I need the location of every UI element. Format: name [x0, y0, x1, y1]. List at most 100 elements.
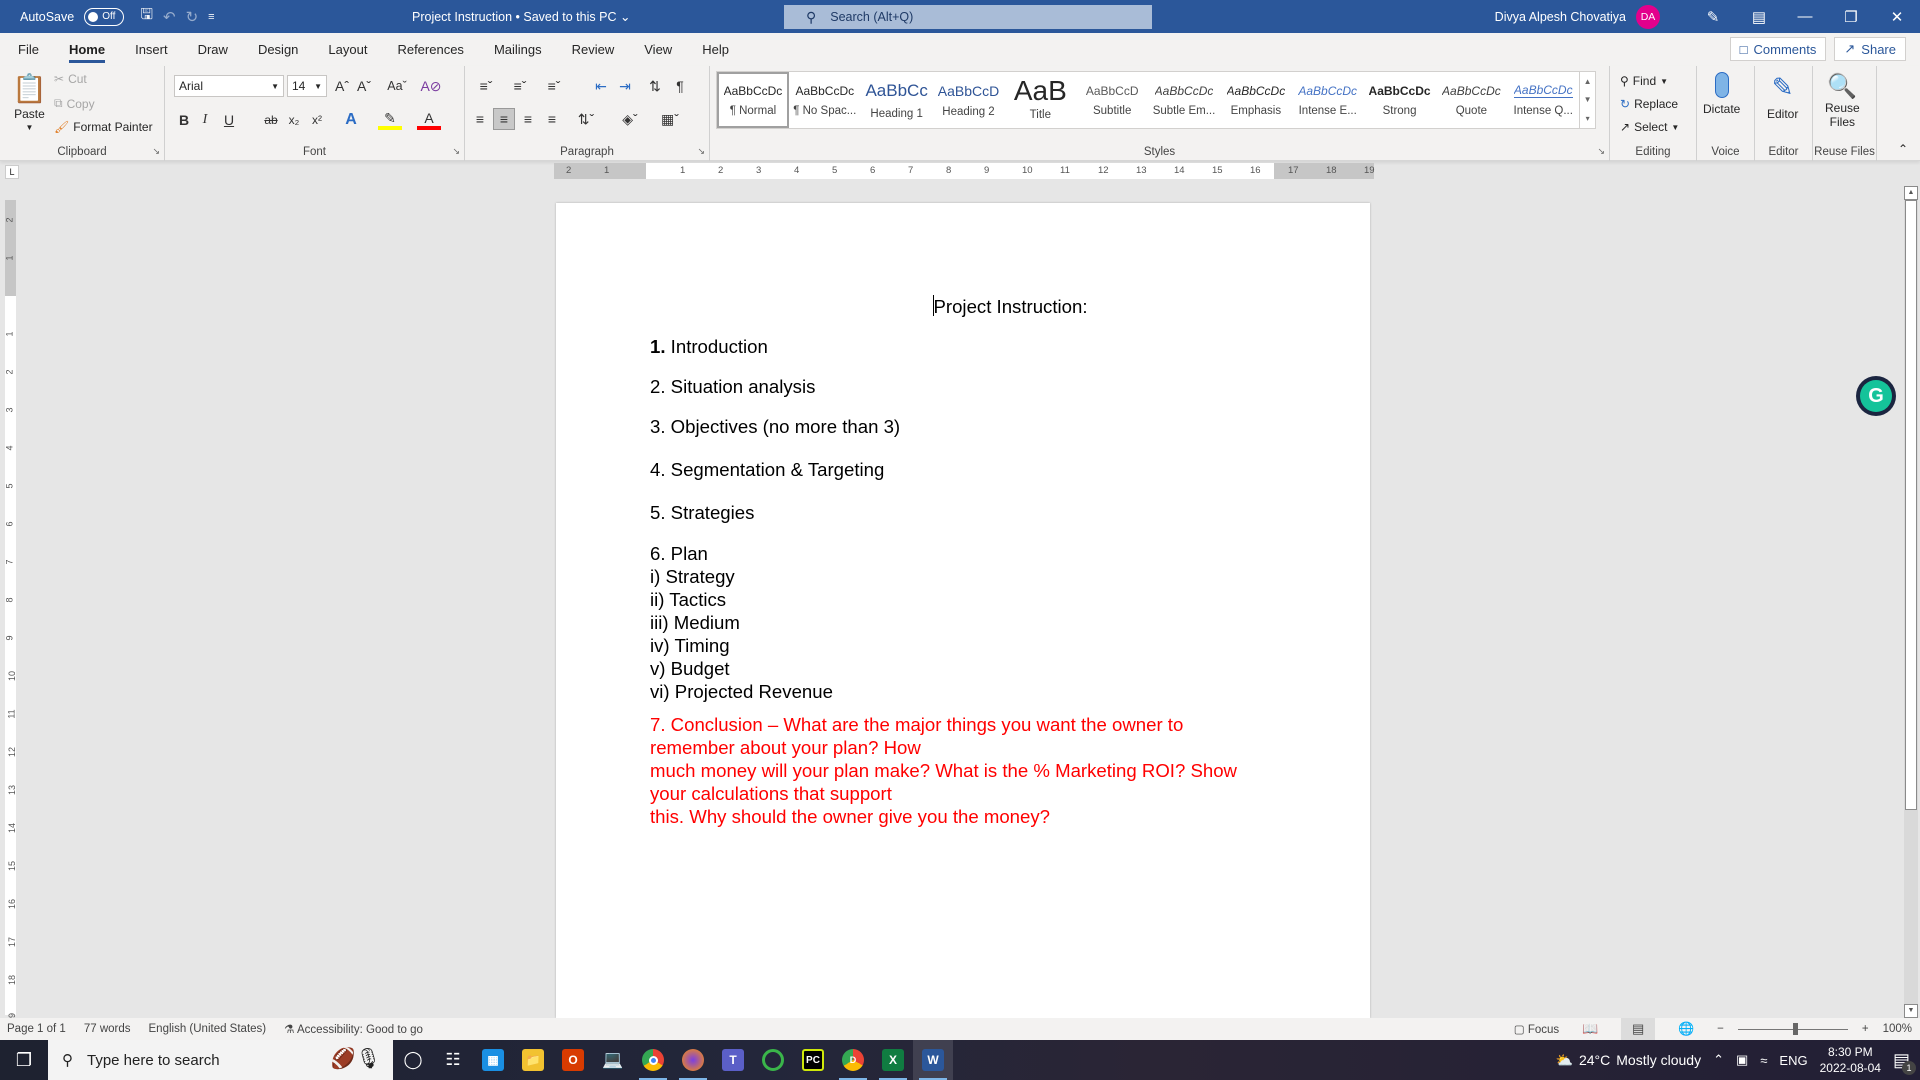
document-title[interactable]: Project Instruction • Saved to this PC ⌄: [412, 9, 630, 24]
align-left-icon[interactable]: ≡: [469, 108, 491, 130]
editor-button[interactable]: ✎ Editor: [1767, 72, 1798, 121]
style-quote[interactable]: AaBbCcDc Quote: [1435, 72, 1507, 128]
text-effects-icon[interactable]: A: [339, 110, 363, 130]
sync-app-icon[interactable]: [753, 1040, 793, 1080]
customize-toolbar-icon[interactable]: ≡: [208, 11, 214, 23]
shading-icon[interactable]: ◈ˇ: [615, 108, 645, 130]
justify-icon[interactable]: ≡: [541, 108, 563, 130]
document-body[interactable]: Project Instruction: 1. Introduction 2. …: [650, 295, 1290, 828]
clock[interactable]: 8:30 PM 2022-08-04: [1820, 1044, 1881, 1076]
tab-references[interactable]: References: [382, 33, 478, 66]
print-layout-button[interactable]: ▤: [1621, 1018, 1656, 1040]
microsoft-store-icon[interactable]: ▦: [473, 1040, 513, 1080]
paste-button[interactable]: 📋 Paste ▼: [12, 72, 47, 132]
increase-indent-icon[interactable]: ⇥: [615, 76, 635, 96]
style-intense-emphasis[interactable]: AaBbCcDc Intense E...: [1292, 72, 1364, 128]
italic-icon[interactable]: I: [196, 110, 214, 130]
user-name[interactable]: Divya Alpesh Chovatiya: [1495, 10, 1626, 24]
style-emphasis[interactable]: AaBbCcDc Emphasis: [1220, 72, 1292, 128]
tab-mailings[interactable]: Mailings: [479, 33, 557, 66]
find-button[interactable]: ⚲ Find ▼: [1620, 74, 1668, 88]
input-language[interactable]: ENG: [1779, 1053, 1807, 1068]
windows-start-icon[interactable]: ❐: [0, 1040, 48, 1080]
grow-font-icon[interactable]: Aˆ: [333, 76, 351, 96]
clear-formatting-icon[interactable]: A⊘: [420, 76, 441, 96]
style-subtitle[interactable]: AaBbCcD Subtitle: [1076, 72, 1148, 128]
web-layout-button[interactable]: 🌐: [1669, 1018, 1703, 1040]
dialog-launcher-icon[interactable]: ↘: [152, 146, 160, 157]
zoom-in-button[interactable]: +: [1862, 1023, 1869, 1035]
style-intense-quote[interactable]: AaBbCcDc Intense Q...: [1507, 72, 1579, 128]
align-right-icon[interactable]: ≡: [517, 108, 539, 130]
tab-review[interactable]: Review: [557, 33, 630, 66]
tab-insert[interactable]: Insert: [120, 33, 183, 66]
styles-scroll[interactable]: ▲ ▼ ▾: [1579, 72, 1595, 128]
highlight-icon[interactable]: ✎: [378, 110, 402, 130]
scroll-down-icon[interactable]: ▼: [1904, 1004, 1918, 1018]
vertical-scrollbar[interactable]: ▲ ▼: [1904, 186, 1918, 1018]
change-case-button[interactable]: Aa ˇ: [382, 76, 412, 96]
word-icon[interactable]: W: [913, 1040, 953, 1080]
collapse-ribbon-icon[interactable]: ⌃: [1898, 142, 1908, 156]
camera-icon[interactable]: ▣: [1736, 1052, 1748, 1068]
zoom-level[interactable]: 100%: [1883, 1023, 1912, 1035]
align-center-icon[interactable]: ≡: [493, 108, 515, 130]
shrink-font-icon[interactable]: Aˇ: [355, 76, 373, 96]
numbering-icon[interactable]: ≡ˇ: [505, 76, 535, 96]
restore-icon[interactable]: ❐: [1828, 0, 1874, 33]
undo-icon[interactable]: ↶: [163, 8, 176, 26]
subscript-icon[interactable]: x₂: [285, 110, 303, 130]
replace-button[interactable]: ↻ Replace: [1620, 97, 1678, 111]
font-size-select[interactable]: 14 ▼: [287, 75, 327, 97]
wifi-icon[interactable]: ≈: [1760, 1053, 1767, 1068]
superscript-icon[interactable]: x²: [308, 110, 326, 130]
underline-icon[interactable]: U: [217, 110, 241, 130]
dialog-launcher-icon[interactable]: ↘: [697, 146, 705, 157]
grammarly-button[interactable]: G: [1856, 376, 1896, 416]
language-status[interactable]: English (United States): [149, 1023, 267, 1035]
notification-center[interactable]: ▤ 1: [1893, 1050, 1916, 1075]
chrome-profile-icon[interactable]: D: [833, 1040, 873, 1080]
tab-file[interactable]: File: [3, 33, 54, 66]
zoom-out-button[interactable]: −: [1717, 1023, 1724, 1035]
strikethrough-icon[interactable]: ab: [262, 110, 280, 130]
tab-design[interactable]: Design: [243, 33, 313, 66]
tab-selector[interactable]: L: [5, 165, 19, 179]
show-formatting-icon[interactable]: ¶: [670, 76, 690, 96]
autosave-toggle[interactable]: Off: [84, 7, 125, 26]
save-icon[interactable]: 🖫: [140, 4, 153, 29]
accessibility-status[interactable]: ⚗ Accessibility: Good to go: [284, 1022, 423, 1036]
horizontal-ruler[interactable]: 2 1 1 2 3 4 5 6 7 8 9 10 11 12 13 14 15 16 17 18 19: [554, 163, 1375, 179]
style-no-spacing[interactable]: AaBbCcDc ¶ No Spac...: [789, 72, 861, 128]
avatar[interactable]: DA: [1636, 4, 1660, 29]
style-title[interactable]: AaB Title: [1004, 72, 1076, 128]
dialog-launcher-icon[interactable]: ↘: [452, 146, 460, 157]
borders-icon[interactable]: ▦ˇ: [655, 108, 685, 130]
pycharm-icon[interactable]: PC: [793, 1040, 833, 1080]
bullets-icon[interactable]: ≡ˇ: [471, 76, 501, 96]
firefox-icon[interactable]: [673, 1040, 713, 1080]
focus-button[interactable]: ▢ Focus: [1514, 1022, 1559, 1036]
read-mode-button[interactable]: 📖: [1573, 1018, 1607, 1040]
sort-icon[interactable]: ⇅: [645, 76, 665, 96]
scroll-down-icon[interactable]: ▼: [1584, 95, 1592, 104]
pen-icon[interactable]: ✎: [1690, 0, 1736, 33]
show-hidden-icons[interactable]: ⌃: [1713, 1052, 1724, 1068]
decrease-indent-icon[interactable]: ⇤: [591, 76, 611, 96]
minimize-icon[interactable]: —: [1782, 0, 1828, 33]
scrollbar-thumb[interactable]: [1905, 200, 1917, 810]
cortana-icon[interactable]: ◯: [393, 1040, 433, 1080]
zoom-slider[interactable]: [1737, 1022, 1848, 1035]
dialog-launcher-icon[interactable]: ↘: [1597, 146, 1605, 157]
comments-button[interactable]: □ Comments: [1729, 37, 1827, 61]
reuse-files-button[interactable]: 🔍 Reuse Files: [1825, 72, 1860, 129]
redo-icon[interactable]: ↻: [186, 8, 199, 26]
excel-icon[interactable]: X: [873, 1040, 913, 1080]
chrome-icon[interactable]: [633, 1040, 673, 1080]
tab-home[interactable]: Home: [54, 33, 120, 66]
close-icon[interactable]: ✕: [1874, 0, 1920, 33]
scroll-up-icon[interactable]: ▲: [1584, 77, 1592, 86]
copy-button[interactable]: ⧉ Copy: [54, 96, 95, 111]
more-styles-icon[interactable]: ▾: [1586, 114, 1590, 123]
document-page[interactable]: Project Instruction: 1. Introduction 2. …: [556, 203, 1370, 1018]
